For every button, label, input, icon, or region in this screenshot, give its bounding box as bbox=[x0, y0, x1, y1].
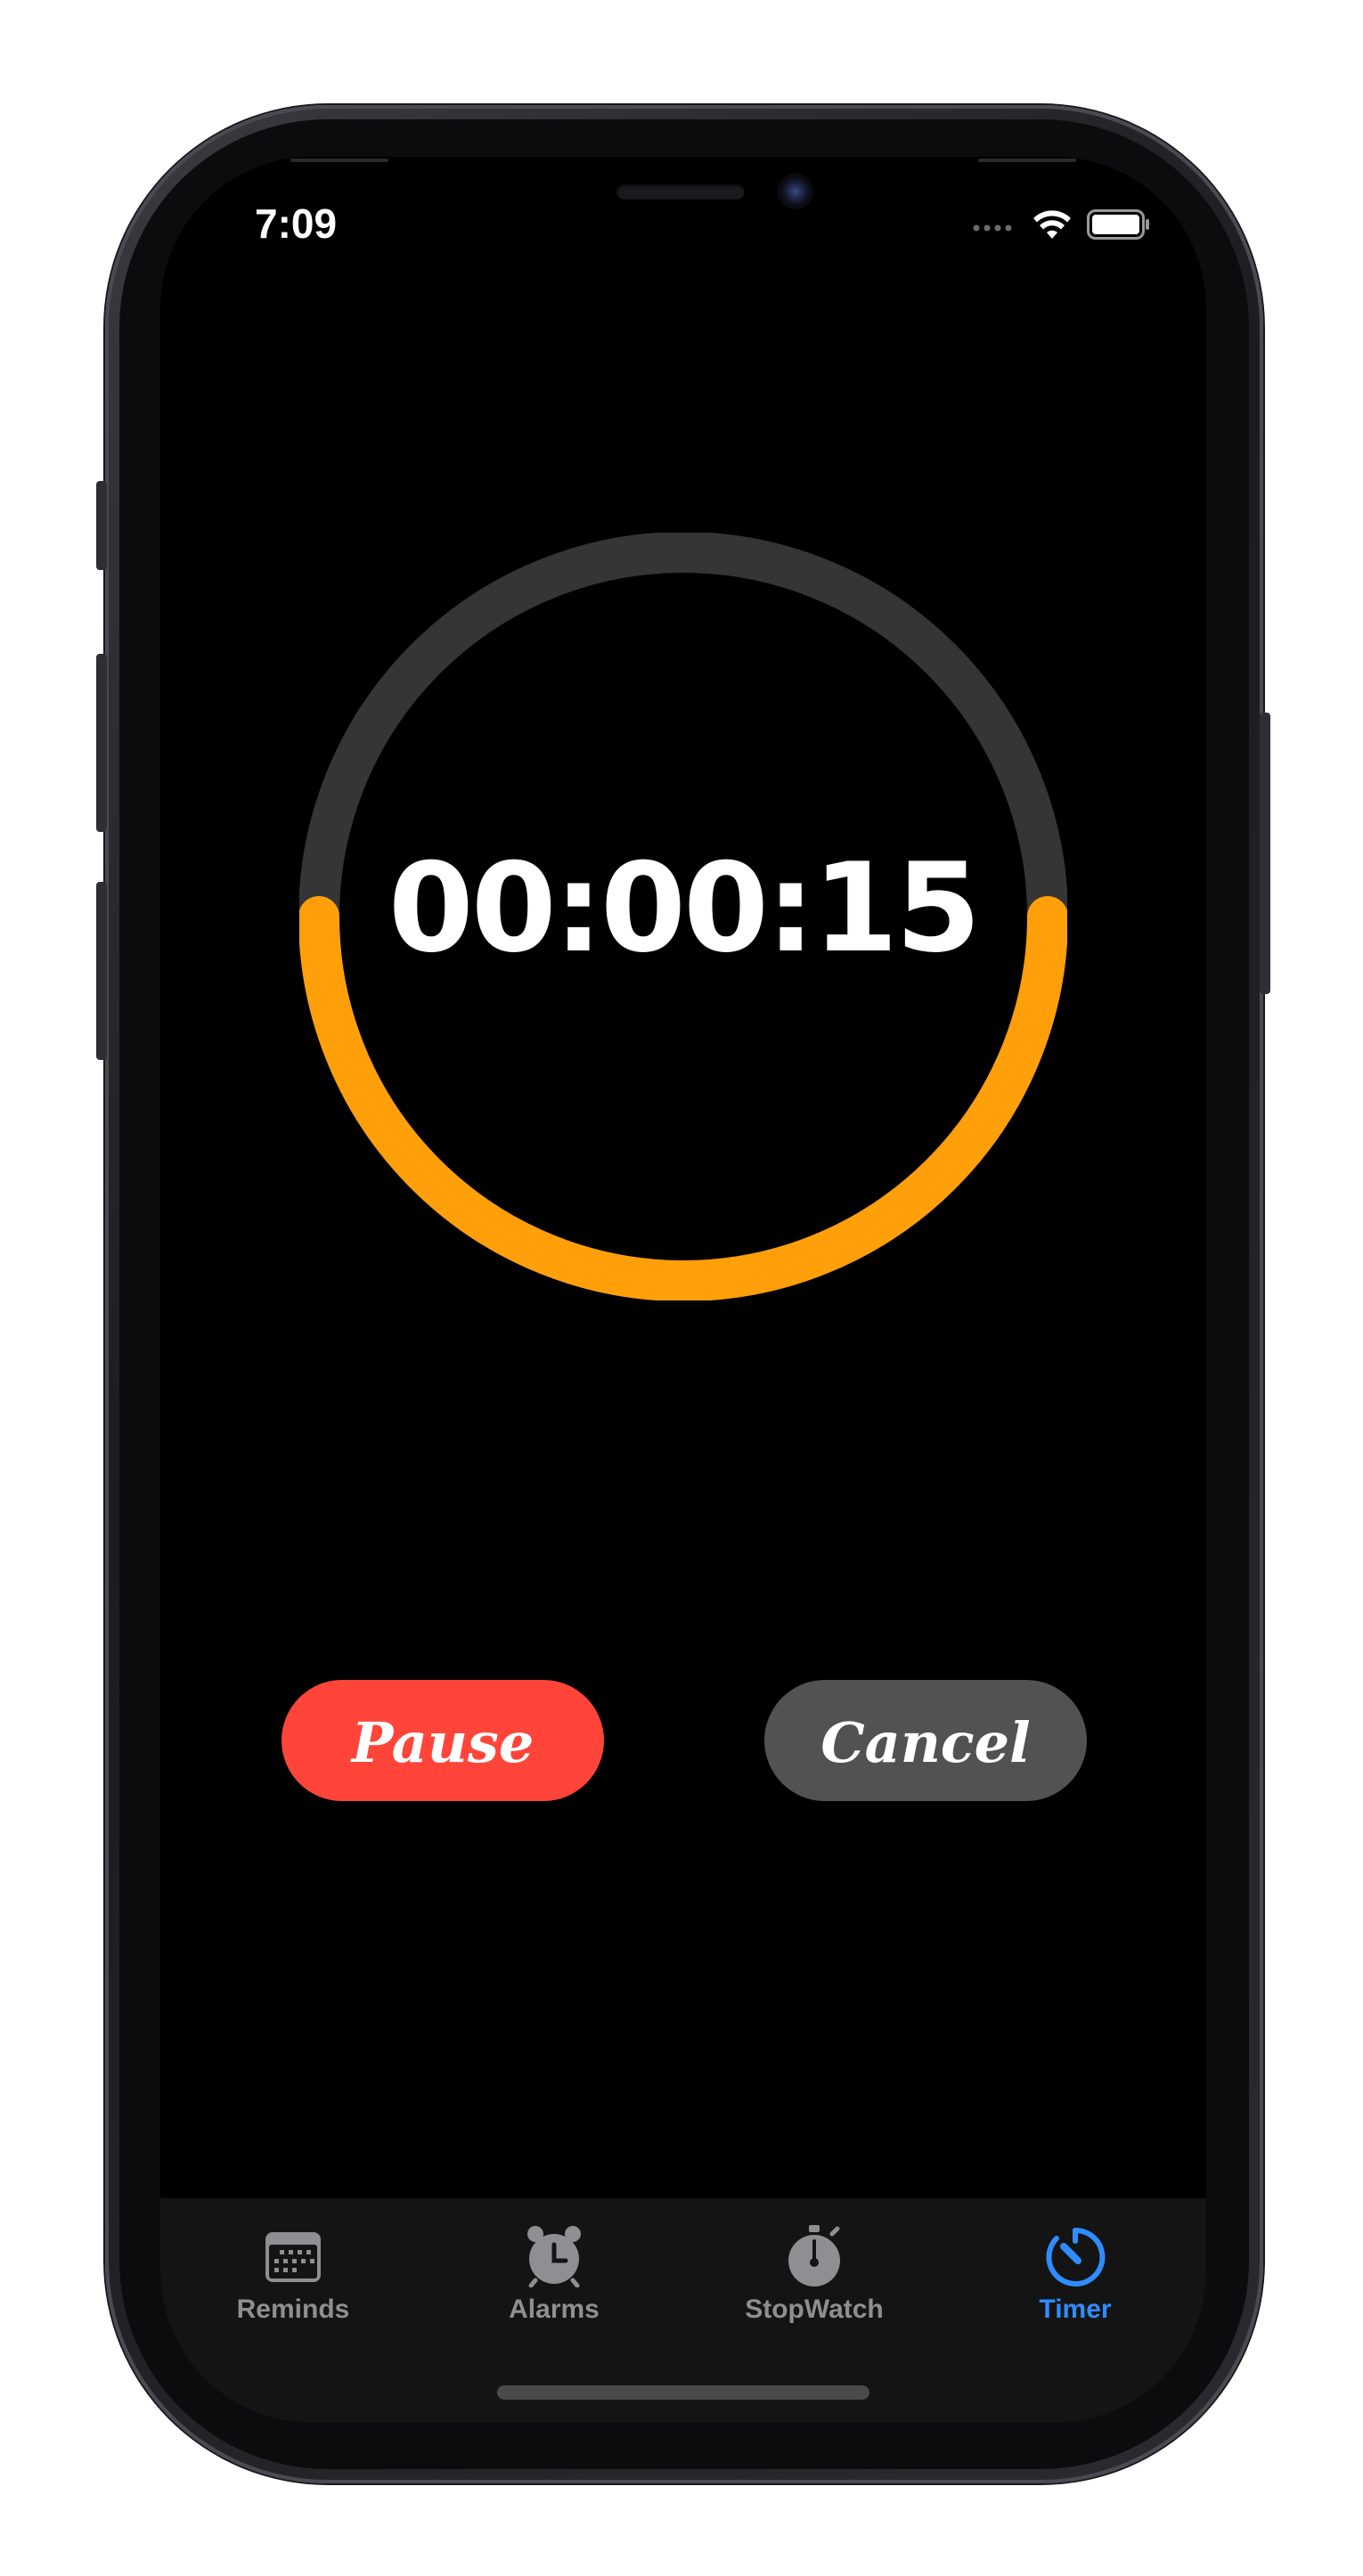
tab-timer[interactable]: Timer bbox=[968, 2223, 1182, 2325]
status-time: 7:09 bbox=[255, 200, 338, 247]
antenna-line-left bbox=[290, 159, 388, 162]
tab-reminds-label: Reminds bbox=[236, 2295, 350, 2324]
calendar-icon bbox=[265, 2232, 321, 2282]
wifi-icon bbox=[1033, 210, 1071, 239]
earpiece-speaker bbox=[616, 183, 745, 200]
battery-icon bbox=[1087, 209, 1149, 240]
silent-switch bbox=[96, 481, 107, 570]
home-indicator bbox=[497, 2385, 869, 2400]
tab-alarms-label: Alarms bbox=[509, 2295, 600, 2324]
front-camera bbox=[778, 174, 813, 209]
timer-icon bbox=[1046, 2227, 1106, 2287]
antenna-line-right bbox=[978, 159, 1076, 162]
tab-stopwatch[interactable]: StopWatch bbox=[707, 2223, 921, 2325]
cancel-button[interactable]: Cancel bbox=[764, 1680, 1087, 1801]
power-button bbox=[1260, 713, 1270, 994]
timer-countdown: 00:00:15 bbox=[388, 836, 982, 980]
status-icons bbox=[971, 208, 1151, 240]
volume-down-button bbox=[96, 882, 107, 1060]
volume-up-button bbox=[96, 654, 107, 832]
tab-reminds[interactable]: Reminds bbox=[186, 2223, 400, 2325]
pause-button[interactable]: Pause bbox=[282, 1680, 604, 1801]
stopwatch-icon bbox=[788, 2225, 840, 2287]
tab-stopwatch-label: StopWatch bbox=[745, 2295, 884, 2324]
tab-timer-label: Timer bbox=[1039, 2295, 1112, 2324]
tab-alarms[interactable]: Alarms bbox=[447, 2223, 661, 2325]
cellular-signal-icon bbox=[973, 224, 1012, 232]
alarm-clock-icon bbox=[527, 2226, 581, 2287]
